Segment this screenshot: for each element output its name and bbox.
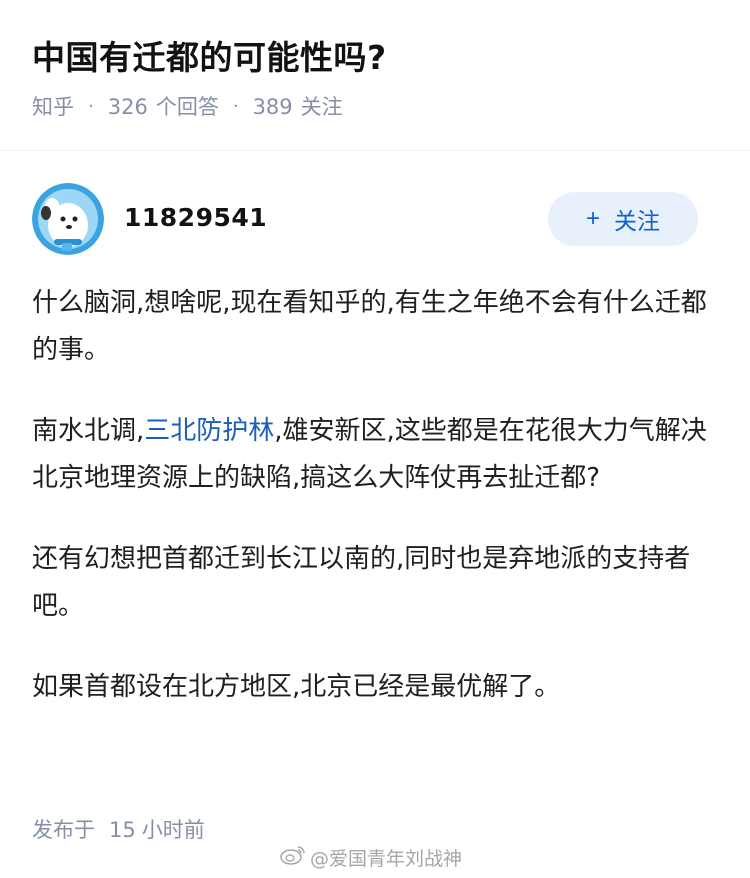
- follow-label: 关注: [614, 208, 660, 234]
- answer-paragraph: 什么脑洞,想啥呢,现在看知乎的,有生之年绝不会有什么迁都的事。: [32, 288, 707, 365]
- answers-count: 326: [107, 95, 148, 119]
- follow-button[interactable]: + 关注: [548, 192, 698, 246]
- posted-time: 发布于 15 小时前: [32, 814, 205, 844]
- answer-paragraph: 南水北调,三北防护林,雄安新区,这些都是在花很大力气解决北京地理资源上的缺陷,搞…: [32, 408, 722, 502]
- meta-separator: ·: [232, 96, 239, 117]
- weibo-icon: [280, 845, 306, 870]
- followers-count: 389: [252, 95, 293, 119]
- watermark-text: @爱国青年刘战神: [310, 848, 463, 870]
- posted-suffix: 小时前: [141, 818, 205, 842]
- answer-content: 什么脑洞,想啥呢,现在看知乎的,有生之年绝不会有什么迁都的事。 南水北调,三北防…: [32, 280, 722, 711]
- author-name[interactable]: 11829541: [124, 203, 267, 232]
- posted-num: 15: [109, 818, 136, 842]
- cartoon-avatar-icon[interactable]: [32, 183, 104, 255]
- followers-label[interactable]: 关注: [301, 92, 343, 122]
- search-link[interactable]: 三北防护林: [144, 416, 274, 446]
- plus-icon: +: [585, 205, 600, 232]
- source-label[interactable]: 知乎: [32, 92, 74, 122]
- answer-paragraph: 如果首都设在北方地区,北京已经是最优解了。: [32, 672, 561, 702]
- question-meta: 知乎 · 326 个回答 · 389 关注: [32, 92, 718, 122]
- posted-prefix: 发布于: [32, 818, 95, 842]
- watermark: @爱国青年刘战神: [280, 844, 462, 871]
- question-title[interactable]: 中国有迁都的可能性吗?: [32, 36, 718, 80]
- answer-text: 南水北调,: [32, 416, 145, 446]
- meta-separator: ·: [88, 96, 94, 117]
- answers-label[interactable]: 个回答: [156, 92, 219, 122]
- answer-paragraph: 还有幻想把首都迁到长江以南的,同时也是弃地派的支持者吧。: [32, 544, 691, 621]
- question-header: 中国有迁都的可能性吗? 知乎 · 326 个回答 · 389 关注: [0, 0, 750, 119]
